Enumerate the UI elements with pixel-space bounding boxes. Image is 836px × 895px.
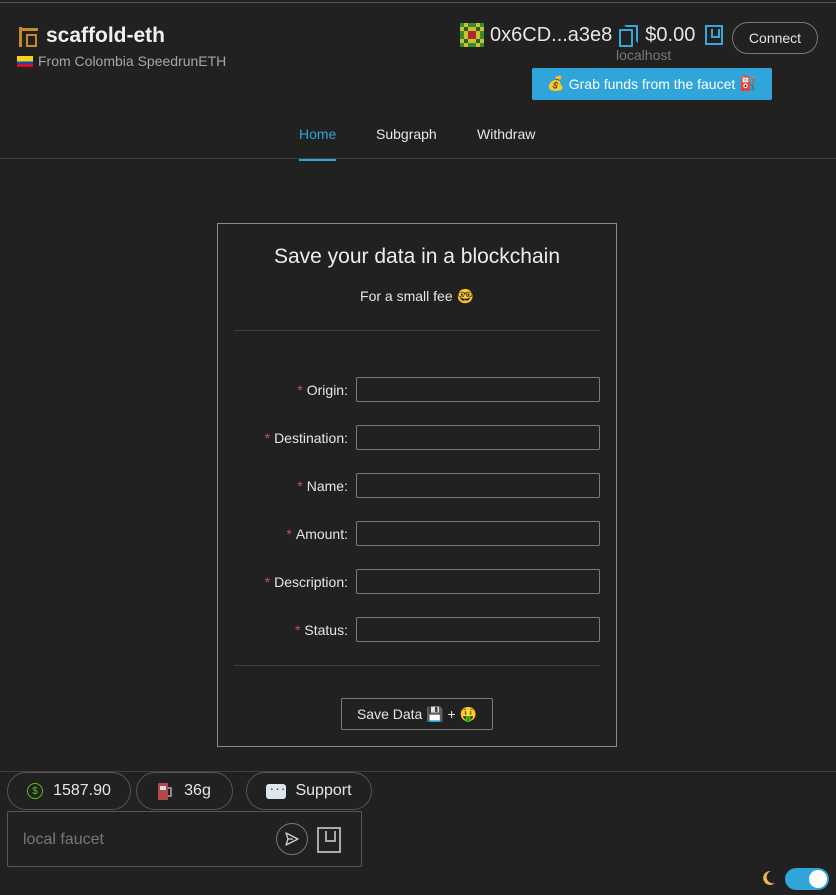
wallet-icon[interactable]: [705, 25, 724, 45]
eth-price-button[interactable]: $ 1587.90: [7, 772, 131, 810]
dollar-icon: $: [27, 783, 44, 799]
divider: [234, 330, 600, 331]
connect-button[interactable]: Connect: [732, 22, 818, 54]
form-row-origin: * Origin:: [218, 377, 616, 403]
gas-price: 36g: [184, 782, 211, 799]
avatar: [460, 23, 484, 47]
brand[interactable]: scaffold-eth: [17, 24, 165, 48]
name-input[interactable]: [356, 473, 600, 498]
tab-home[interactable]: Home: [299, 126, 337, 161]
moon-icon: [763, 870, 775, 885]
save-data-button[interactable]: Save Data 💾 + 🤑: [341, 698, 493, 730]
wallet-address[interactable]: 0x6CD...a3e8: [490, 24, 612, 47]
copy-icon[interactable]: [619, 25, 639, 47]
destination-input[interactable]: [356, 425, 600, 450]
amount-input[interactable]: [356, 521, 600, 546]
send-button[interactable]: [276, 823, 308, 855]
network-label: localhost: [616, 47, 672, 63]
toggle-knob: [809, 870, 827, 888]
destination-label: * Destination:: [264, 430, 348, 446]
origin-label: * Origin:: [297, 382, 348, 398]
wallet-icon[interactable]: [317, 827, 341, 853]
name-label: * Name:: [297, 478, 348, 494]
form-row-status: * Status:: [218, 617, 616, 643]
chat-icon: [266, 780, 287, 799]
faucet-address-input[interactable]: [23, 829, 253, 851]
footer-divider: [0, 771, 836, 772]
theme-toggle[interactable]: [785, 868, 829, 890]
form-row-amount: * Amount:: [218, 521, 616, 547]
colombia-flag-icon: [17, 55, 33, 67]
origin-input[interactable]: [356, 377, 600, 402]
card-subtitle: For a small fee 🤓: [360, 288, 474, 305]
save-data-card: Save your data in a blockchain For a sma…: [217, 223, 617, 747]
fuel-pump-icon: ⛽: [739, 76, 757, 92]
account-display: 0x6CD...a3e8 $0.00: [460, 23, 724, 47]
eth-price: 1587.90: [53, 782, 111, 799]
gas-pump-icon: [158, 782, 173, 800]
divider: [234, 665, 600, 666]
description-label: * Description:: [264, 574, 348, 590]
gas-price-button[interactable]: 36g: [136, 772, 233, 810]
top-border: [0, 2, 836, 3]
tab-subgraph[interactable]: Subgraph: [376, 126, 437, 159]
send-icon: [285, 832, 299, 846]
wallet-balance[interactable]: $0.00: [645, 24, 695, 47]
tab-withdraw[interactable]: Withdraw: [477, 126, 535, 159]
card-title: Save your data in a blockchain: [273, 245, 560, 268]
app-subtitle: From Colombia SpeedrunETH: [17, 53, 226, 69]
amount-label: * Amount:: [286, 526, 348, 542]
status-label: * Status:: [294, 622, 348, 638]
support-button[interactable]: Support: [246, 772, 372, 810]
form-row-name: * Name:: [218, 473, 616, 499]
main-nav: Home Subgraph Withdraw: [0, 112, 836, 161]
status-input[interactable]: [356, 617, 600, 642]
local-faucet-panel: [7, 811, 362, 867]
description-input[interactable]: [356, 569, 600, 594]
app-title: scaffold-eth: [46, 24, 166, 47]
support-label: Support: [295, 782, 352, 799]
form-row-destination: * Destination:: [218, 425, 616, 451]
form-row-description: * Description:: [218, 569, 616, 595]
money-bag-icon: 💰: [547, 76, 565, 92]
grab-funds-button[interactable]: 💰 Grab funds from the faucet ⛽: [532, 68, 772, 100]
nerd-face-icon: 🤓: [456, 289, 474, 305]
crane-icon: [17, 25, 39, 47]
